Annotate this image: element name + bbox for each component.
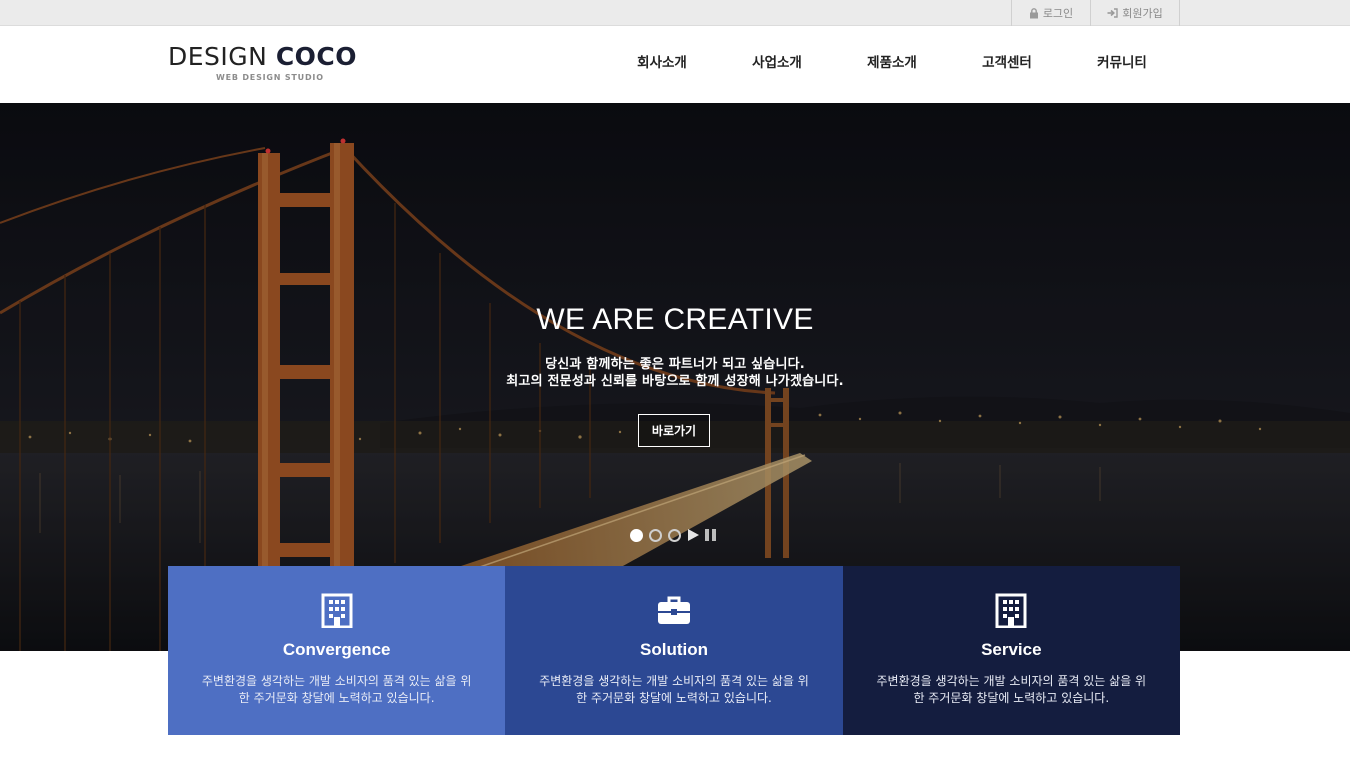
feature-desc-line2: 한 주거문화 창달에 노력하고 있습니다. <box>238 691 435 705</box>
building-icon <box>995 593 1027 628</box>
slide-dot-2[interactable] <box>649 528 662 542</box>
play-icon[interactable] <box>688 529 699 541</box>
feature-convergence[interactable]: Convergence 주변환경을 생각하는 개발 소비자의 품격 있는 삶을 … <box>168 566 506 735</box>
login-label: 로그인 <box>1042 7 1074 20</box>
feature-service[interactable]: Service 주변환경을 생각하는 개발 소비자의 품격 있는 삶을 위 한 … <box>842 566 1180 735</box>
logo-subtitle: WEB DESIGN STUDIO <box>216 73 324 82</box>
sign-in-icon <box>1107 8 1118 18</box>
feature-desc: 주변환경을 생각하는 개발 소비자의 품격 있는 삶을 위 한 주거문화 창달에… <box>873 673 1150 707</box>
feature-title: Convergence <box>282 640 391 659</box>
feature-desc: 주변환경을 생각하는 개발 소비자의 품격 있는 삶을 위 한 주거문화 창달에… <box>198 673 475 707</box>
feature-title: Solution <box>640 640 708 659</box>
join-label: 회원가입 <box>1122 7 1163 20</box>
logo[interactable]: DESIGN COCO WEB DESIGN STUDIO <box>168 42 368 88</box>
site-header: DESIGN COCO WEB DESIGN STUDIO 회사소개 사업소개 … <box>0 26 1350 103</box>
slide-dot-1[interactable] <box>630 528 643 542</box>
logo-wordmark: DESIGN COCO <box>168 42 368 72</box>
nav-item-company[interactable]: 회사소개 <box>607 26 717 103</box>
login-link[interactable]: 로그인 <box>1011 0 1090 26</box>
logo-design-text: DESIGN <box>168 42 268 71</box>
feature-desc-line1: 주변환경을 생각하는 개발 소비자의 품격 있는 삶을 위 <box>876 674 1147 688</box>
slider-controls <box>630 527 716 543</box>
feature-title: Service <box>981 640 1042 659</box>
feature-desc: 주변환경을 생각하는 개발 소비자의 품격 있는 삶을 위 한 주거문화 창달에… <box>535 673 812 707</box>
hero-subtitle-line2: 최고의 전문성과 신뢰를 바탕으로 함께 성장해 나가겠습니다. <box>506 374 844 389</box>
nav-item-products[interactable]: 제품소개 <box>837 26 947 103</box>
feature-desc-line2: 한 주거문화 창달에 노력하고 있습니다. <box>576 691 772 705</box>
top-utility-bar: 로그인 회원가입 <box>0 0 1350 26</box>
feature-desc-line2: 한 주거문화 창달에 노력하고 있습니다. <box>913 691 1110 705</box>
nav-item-support[interactable]: 고객센터 <box>952 26 1062 103</box>
feature-desc-line1: 주변환경을 생각하는 개발 소비자의 품격 있는 삶을 위 <box>539 674 809 688</box>
nav-item-community[interactable]: 커뮤니티 <box>1067 26 1177 103</box>
briefcase-icon <box>657 596 690 624</box>
feature-boxes: Convergence 주변환경을 생각하는 개발 소비자의 품격 있는 삶을 … <box>168 566 1180 735</box>
feature-solution[interactable]: Solution 주변환경을 생각하는 개발 소비자의 품격 있는 삶을 위 한… <box>505 566 843 735</box>
lock-icon <box>1029 7 1038 18</box>
feature-desc-line1: 주변환경을 생각하는 개발 소비자의 품격 있는 삶을 위 <box>201 674 472 688</box>
join-link[interactable]: 회원가입 <box>1090 0 1180 26</box>
logo-coco-text: COCO <box>275 42 358 71</box>
slide-dot-3[interactable] <box>668 528 681 542</box>
hero-go-button[interactable]: 바로가기 <box>638 414 710 447</box>
building-icon <box>321 593 353 628</box>
pause-icon[interactable] <box>705 529 716 541</box>
nav-item-business[interactable]: 사업소개 <box>722 26 832 103</box>
hero-title: WE ARE CREATIVE <box>536 303 814 336</box>
